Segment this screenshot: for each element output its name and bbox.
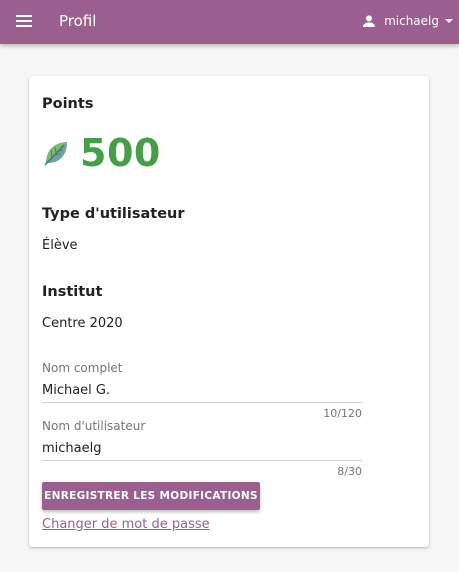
- menu-icon[interactable]: [16, 15, 32, 28]
- save-button[interactable]: ENREGISTRER LES MODIFICATIONS: [42, 482, 260, 510]
- user-name: michaelg: [384, 14, 439, 28]
- user-type-value: Élève: [42, 238, 78, 253]
- institute-value: Centre 2020: [42, 316, 123, 331]
- username-input[interactable]: [42, 439, 362, 461]
- institute-heading: Institut: [42, 284, 103, 300]
- profile-card: Points 500 Type d'utilisateur Élève Inst…: [29, 76, 429, 547]
- page-title: Profil: [59, 12, 97, 30]
- person-icon: [363, 15, 376, 27]
- username-field: Nom d'utilisateur 8/30: [42, 419, 362, 478]
- user-menu[interactable]: michaelg: [361, 10, 453, 32]
- user-type-heading: Type d'utilisateur: [42, 206, 185, 222]
- app-bar: Profil michaelg: [0, 0, 459, 44]
- points-heading: Points: [42, 96, 94, 112]
- points-display: 500: [42, 131, 161, 175]
- full-name-field: Nom complet 10/120: [42, 361, 362, 420]
- username-counter: 8/30: [337, 465, 362, 478]
- change-password-link[interactable]: Changer de mot de passe: [42, 517, 210, 532]
- username-label: Nom d'utilisateur: [42, 419, 146, 433]
- leaf-icon: [44, 142, 67, 166]
- caret-down-icon: [445, 19, 453, 23]
- full-name-input[interactable]: [42, 381, 362, 403]
- full-name-label: Nom complet: [42, 361, 123, 375]
- points-value: 500: [80, 131, 161, 175]
